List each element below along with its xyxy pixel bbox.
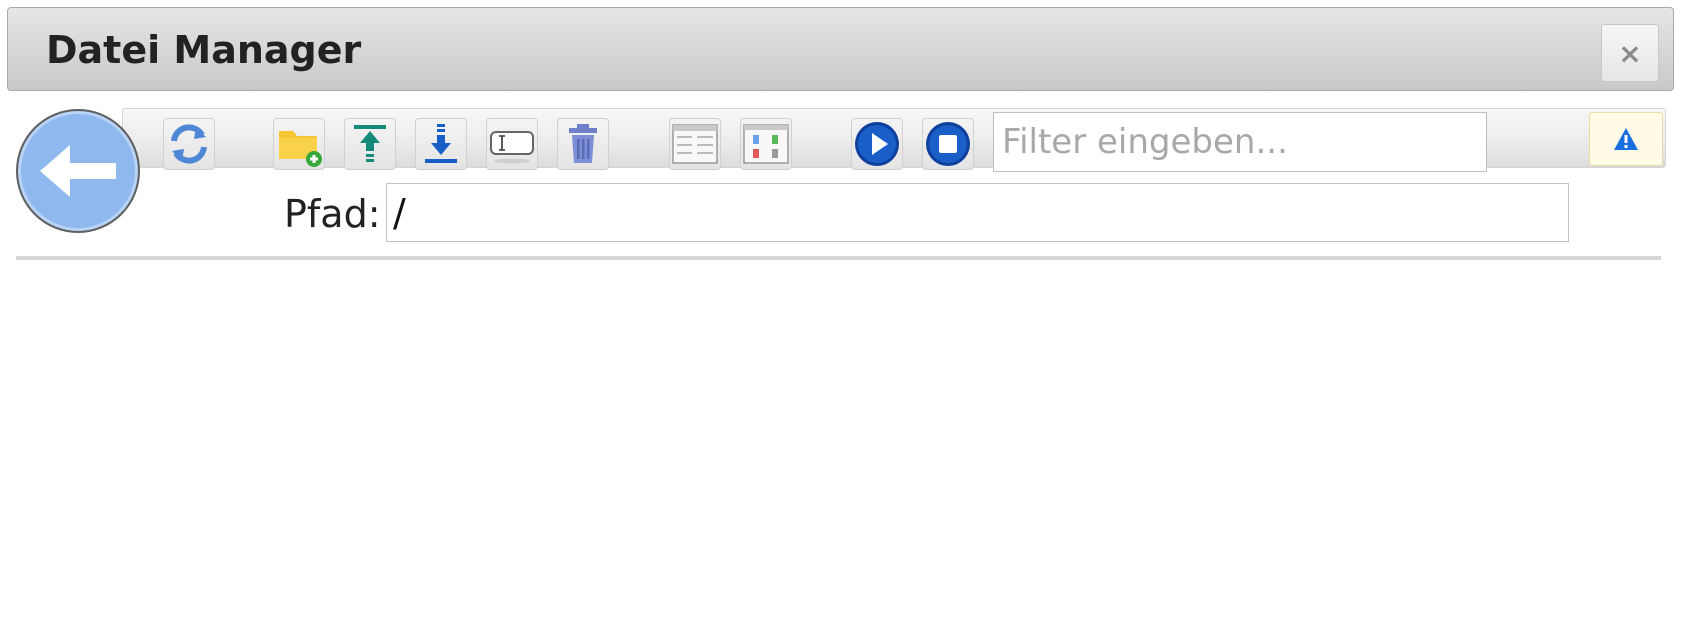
- arrow-left-icon: [40, 145, 116, 197]
- rename-button[interactable]: [486, 118, 538, 170]
- list-view-icon: [672, 124, 718, 164]
- folder-add-icon: [279, 131, 322, 167]
- warning-icon: [1614, 128, 1638, 150]
- download-button[interactable]: [415, 118, 467, 170]
- warning-button[interactable]: [1589, 112, 1663, 166]
- download-icon: [425, 124, 457, 163]
- refresh-icon: [171, 124, 207, 164]
- upload-button[interactable]: [344, 118, 396, 170]
- play-button[interactable]: [851, 118, 903, 170]
- rename-icon: [490, 131, 534, 164]
- back-button[interactable]: [16, 109, 140, 233]
- filter-input[interactable]: [993, 112, 1487, 172]
- close-icon: ×: [1618, 36, 1642, 70]
- path-input[interactable]: [386, 183, 1569, 242]
- window-title: Datei Manager: [46, 28, 362, 72]
- path-label: Pfad:: [284, 192, 381, 236]
- file-list-area[interactable]: [16, 264, 1661, 634]
- close-button[interactable]: ×: [1601, 24, 1659, 82]
- trash-icon: [569, 124, 597, 163]
- list-view-button[interactable]: [669, 118, 721, 170]
- divider: [16, 256, 1661, 260]
- play-icon: [855, 122, 899, 166]
- new-folder-button[interactable]: [273, 118, 325, 170]
- refresh-button[interactable]: [163, 118, 215, 170]
- tile-view-icon: [743, 124, 789, 164]
- stop-icon: [926, 122, 970, 166]
- delete-button[interactable]: [557, 118, 609, 170]
- window-titlebar: Datei Manager ×: [7, 7, 1674, 91]
- upload-icon: [354, 125, 386, 162]
- tile-view-button[interactable]: [740, 118, 792, 170]
- stop-button[interactable]: [922, 118, 974, 170]
